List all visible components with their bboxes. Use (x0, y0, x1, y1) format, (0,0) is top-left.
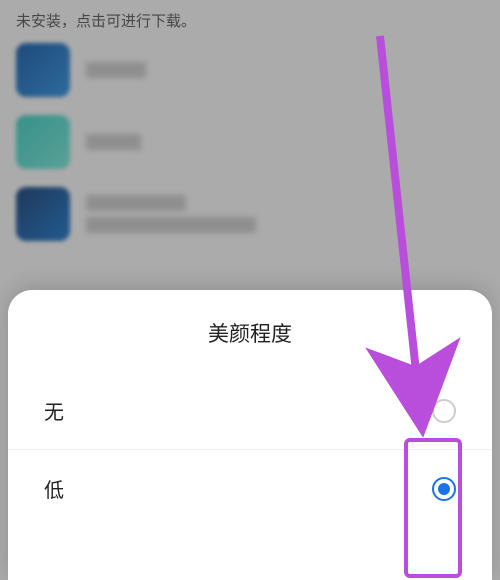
option-label: 无 (44, 396, 64, 425)
highlight-rectangle (404, 438, 462, 578)
radio-unselected-icon[interactable] (432, 399, 456, 423)
option-label: 低 (44, 474, 64, 503)
sheet-title: 美颜程度 (8, 318, 492, 348)
